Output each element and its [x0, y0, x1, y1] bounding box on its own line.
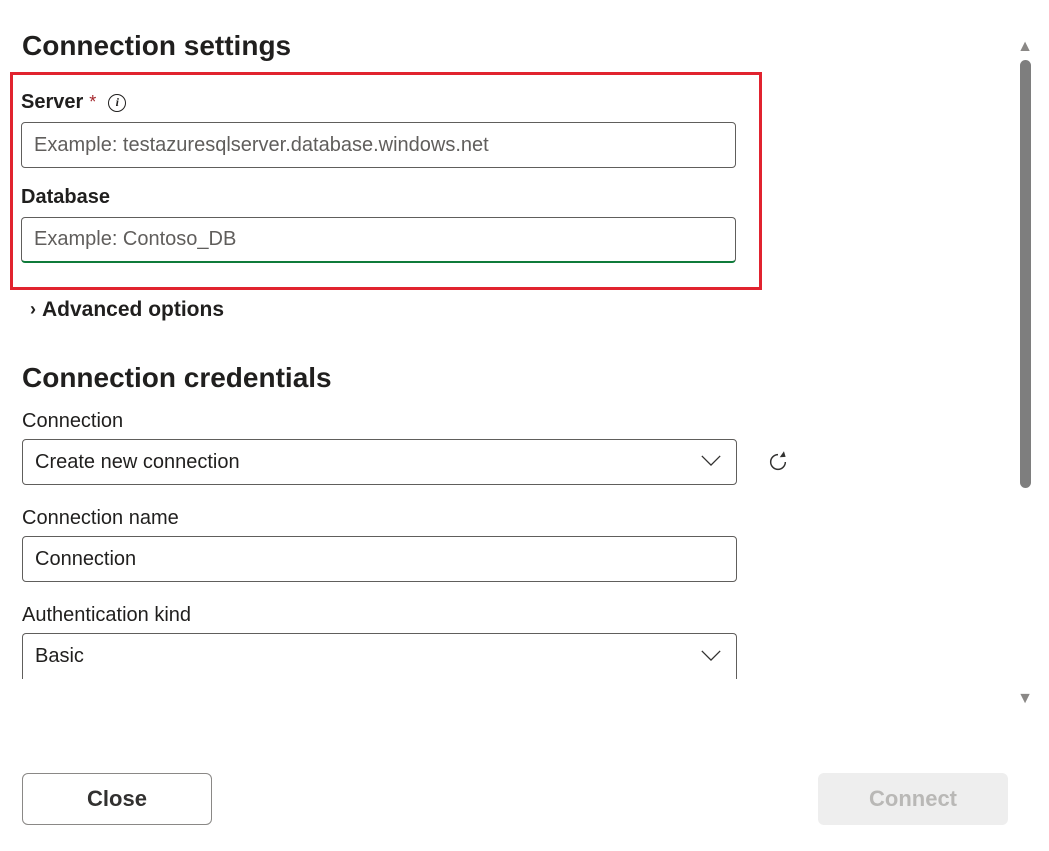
- server-field-group: Server * i: [21, 91, 749, 168]
- dialog-footer: Close Connect: [22, 773, 1008, 825]
- auth-kind-field-group: Authentication kind Basic: [22, 604, 990, 679]
- info-icon[interactable]: i: [108, 94, 126, 112]
- advanced-options-label: Advanced options: [42, 298, 224, 322]
- database-field-group: Database: [21, 186, 749, 263]
- connection-settings-title: Connection settings: [22, 30, 990, 62]
- scrollbar[interactable]: ▲ ▼: [1015, 38, 1035, 708]
- scroll-up-icon[interactable]: ▲: [1017, 38, 1033, 56]
- server-input[interactable]: [21, 122, 736, 168]
- refresh-icon: [767, 448, 789, 476]
- database-input[interactable]: [21, 217, 736, 263]
- required-mark: *: [89, 92, 96, 113]
- server-label: Server: [21, 91, 83, 114]
- advanced-options-toggle[interactable]: › Advanced options: [30, 298, 224, 322]
- refresh-button[interactable]: [761, 445, 795, 479]
- connection-dropdown-value: Create new connection: [35, 451, 240, 474]
- auth-kind-dropdown[interactable]: Basic: [22, 633, 737, 679]
- auth-kind-label: Authentication kind: [22, 604, 990, 627]
- connect-button[interactable]: Connect: [818, 773, 1008, 825]
- connection-label: Connection: [22, 410, 990, 433]
- close-button[interactable]: Close: [22, 773, 212, 825]
- connection-name-label: Connection name: [22, 507, 990, 530]
- connection-name-field-group: Connection name: [22, 507, 990, 582]
- connection-field-group: Connection Create new connection: [22, 410, 990, 485]
- connection-credentials-title: Connection credentials: [22, 362, 990, 394]
- connection-dropdown[interactable]: Create new connection: [22, 439, 737, 485]
- scroll-down-icon[interactable]: ▼: [1017, 690, 1033, 708]
- scroll-thumb[interactable]: [1020, 60, 1031, 488]
- dialog-body: Connection settings Server * i Database …: [0, 0, 990, 679]
- connection-row: Create new connection: [22, 439, 990, 485]
- auth-kind-value: Basic: [35, 645, 84, 668]
- chevron-right-icon: ›: [30, 300, 36, 318]
- server-label-row: Server * i: [21, 91, 749, 114]
- settings-highlight-box: Server * i Database: [10, 72, 762, 290]
- connection-name-input[interactable]: [22, 536, 737, 582]
- chevron-down-icon: [700, 645, 722, 668]
- database-label: Database: [21, 186, 749, 209]
- chevron-down-icon: [700, 451, 722, 474]
